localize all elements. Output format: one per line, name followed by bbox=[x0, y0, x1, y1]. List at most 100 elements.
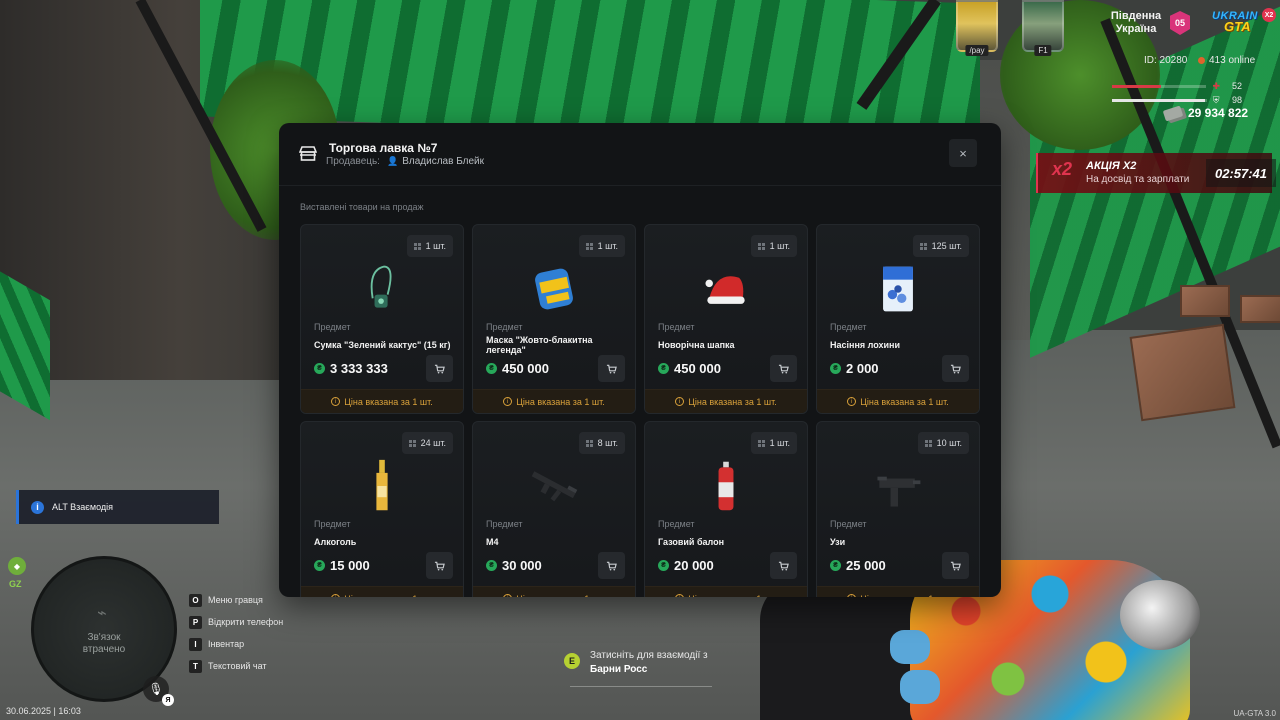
hotkey-phone[interactable]: P Відкрити телефон bbox=[189, 611, 283, 633]
greenzone-shield-icon: ◆ bbox=[8, 557, 26, 575]
price-note-text: Ціна вказана за 1 шт. bbox=[344, 594, 433, 598]
logo-x2-badge: X2 bbox=[1262, 8, 1276, 22]
item-category: Предмет bbox=[658, 519, 695, 529]
online-count: 413 online bbox=[1198, 55, 1255, 66]
game-version: UA-GTA 3.0 bbox=[1233, 709, 1276, 718]
stack-icon bbox=[585, 242, 593, 250]
item-card[interactable]: 125 шт. Предмет Насіння лохини ₴ 2 000 i Ціна … bbox=[816, 224, 980, 414]
hotkey-key: I bbox=[189, 637, 202, 651]
pay-shortcut-icon[interactable]: /pay bbox=[956, 0, 998, 56]
buy-button[interactable] bbox=[770, 355, 797, 382]
quantity-badge: 8 шт. bbox=[578, 432, 625, 454]
zone-label: GZ bbox=[9, 579, 22, 589]
mic-key-label: Я bbox=[162, 694, 174, 706]
item-category: Предмет bbox=[486, 322, 523, 332]
armor-value: 98 bbox=[1231, 95, 1242, 105]
buy-button[interactable] bbox=[942, 552, 969, 579]
promo-subtitle: На досвід та зарплати bbox=[1086, 174, 1190, 185]
stack-icon bbox=[757, 242, 765, 250]
mask-icon bbox=[524, 259, 584, 319]
item-card[interactable]: 10 шт. Предмет Узи ₴ 25 000 iЦіна вказана за … bbox=[816, 421, 980, 597]
close-button[interactable]: × bbox=[949, 139, 977, 167]
quantity-badge: 1 шт. bbox=[578, 235, 625, 257]
currency-icon: ₴ bbox=[658, 363, 669, 374]
buy-button[interactable] bbox=[598, 552, 625, 579]
item-price: ₴ 450 000 bbox=[486, 361, 549, 376]
item-name: M4 bbox=[486, 537, 499, 547]
quantity-badge: 1 шт. bbox=[750, 235, 797, 257]
buy-button[interactable] bbox=[426, 552, 453, 579]
item-price: ₴ 30 000 bbox=[486, 558, 542, 573]
hotkey-text-chat[interactable]: T Текстовий чат bbox=[189, 655, 283, 677]
hotkey-key: O bbox=[189, 593, 202, 607]
cart-icon bbox=[950, 364, 961, 373]
buy-button[interactable] bbox=[598, 355, 625, 382]
promo-title: АКЦІЯ X2 bbox=[1086, 160, 1137, 172]
quantity-text: 8 шт. bbox=[597, 438, 618, 448]
item-card[interactable]: 1 шт. Предмет Новорічна шапка ₴ 450 000 i Ціна… bbox=[644, 224, 808, 414]
item-card[interactable]: 24 шт. Предмет Алкоголь ₴ 15 000 iЦіна вказан… bbox=[300, 421, 464, 597]
item-name: Сумка "Зелений кактус" (15 кг) bbox=[314, 340, 451, 350]
warning-icon: i bbox=[331, 594, 341, 597]
item-category: Предмет bbox=[314, 519, 351, 529]
price-note: iЦіна вказана за 1 шт. bbox=[301, 586, 463, 597]
interact-target: Барни Росс bbox=[590, 664, 648, 675]
item-card[interactable]: 1 шт. Предмет Газовий балон ₴ 20 000 iЦіна вк… bbox=[644, 421, 808, 597]
currency-icon: ₴ bbox=[486, 560, 497, 571]
health-value: 52 bbox=[1231, 81, 1242, 91]
buy-button[interactable] bbox=[942, 355, 969, 382]
armor-bar: ⛨ 98 bbox=[1112, 94, 1242, 106]
item-card[interactable]: 1 шт. Предмет Маска "Жовто-блакитна легенд… bbox=[472, 224, 636, 414]
item-price: ₴ 25 000 bbox=[830, 558, 886, 573]
buy-button[interactable] bbox=[426, 355, 453, 382]
warning-icon: i bbox=[847, 397, 857, 406]
interaction-prompt[interactable]: E Затисніть для взаємодії з Барни Росс bbox=[564, 650, 714, 688]
quantity-badge: 24 шт. bbox=[401, 432, 453, 454]
hotkey-inventory[interactable]: I Інвентар bbox=[189, 633, 283, 655]
date-time: 30.06.2025 | 16:03 bbox=[6, 706, 81, 716]
item-price-value: 30 000 bbox=[502, 558, 542, 573]
currency-icon: ₴ bbox=[658, 560, 669, 571]
item-price-value: 15 000 bbox=[330, 558, 370, 573]
quantity-badge: 1 шт. bbox=[406, 235, 453, 257]
alt-interaction-hint: i ALT Взаємодія bbox=[16, 490, 219, 524]
uzi-icon bbox=[868, 456, 928, 516]
user-icon: 👤 bbox=[387, 156, 399, 166]
warning-icon: i bbox=[503, 594, 513, 597]
price-note: iЦіна вказана за 1 шт. bbox=[817, 586, 979, 597]
bag-icon bbox=[352, 259, 412, 319]
shop-stall-icon bbox=[299, 146, 317, 161]
promo-timer: 02:57:41 bbox=[1206, 159, 1276, 187]
price-note-text: Ціна вказана за 1 шт. bbox=[688, 396, 777, 407]
hotkey-player-menu[interactable]: O Меню гравця bbox=[189, 589, 283, 611]
price-note: iЦіна вказана за 1 шт. bbox=[645, 389, 807, 413]
item-category: Предмет bbox=[830, 519, 867, 529]
hotkey-label: Інвентар bbox=[208, 639, 245, 649]
price-note-text: Ціна вказана за 1 шт. bbox=[516, 594, 605, 598]
interact-text: Затисніть для взаємодії з bbox=[590, 650, 708, 661]
seller: 👤 Владислав Блейк bbox=[387, 156, 484, 167]
logo-text-bottom: GTA bbox=[1224, 19, 1251, 34]
health-bar: ✚ 52 bbox=[1112, 80, 1242, 92]
seller-label: Продавець: bbox=[326, 156, 380, 167]
online-dot-icon bbox=[1198, 57, 1205, 64]
stack-icon bbox=[919, 242, 927, 250]
item-card[interactable]: 8 шт. Предмет M4 ₴ 30 000 iЦіна вказана за 1 … bbox=[472, 421, 636, 597]
item-name: Узи bbox=[830, 537, 846, 547]
buy-button[interactable] bbox=[770, 552, 797, 579]
cart-icon bbox=[778, 561, 789, 570]
help-shortcut-icon[interactable]: F1 bbox=[1022, 0, 1064, 56]
item-price-value: 450 000 bbox=[502, 361, 549, 376]
item-price: ₴ 15 000 bbox=[314, 558, 370, 573]
currency-icon: ₴ bbox=[486, 363, 497, 374]
hotkey-list: O Меню гравця P Відкрити телефон I Інвен… bbox=[189, 589, 283, 677]
game-logo: UKRAIN GTA X2 bbox=[1212, 8, 1276, 38]
quantity-badge: 125 шт. bbox=[912, 235, 969, 257]
cart-icon bbox=[778, 364, 789, 373]
item-card[interactable]: 1 шт. Предмет Сумка "Зелений кактус" (15 к… bbox=[300, 224, 464, 414]
money-value: 29 934 822 bbox=[1188, 106, 1249, 120]
server-name: Південна Україна bbox=[1110, 10, 1162, 35]
currency-icon: ₴ bbox=[314, 363, 325, 374]
bottle-icon bbox=[352, 456, 412, 516]
item-name: Маска "Жовто-блакитна легенда" bbox=[486, 335, 593, 355]
